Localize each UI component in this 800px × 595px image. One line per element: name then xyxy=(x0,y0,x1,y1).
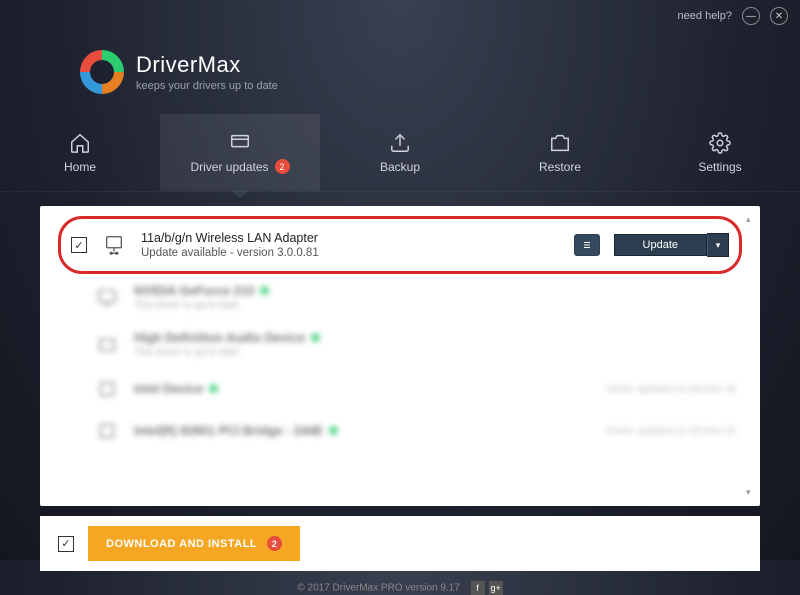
copyright: © 2017 DriverMax PRO version 9.17 f g+ xyxy=(0,581,800,595)
driver-name-blur: Intel(R) 82801 PCI Bridge - 244E xyxy=(134,424,323,438)
status-dot-icon xyxy=(260,286,269,295)
titlebar: need help? — ✕ xyxy=(0,0,800,32)
tab-home[interactable]: Home xyxy=(0,114,160,191)
footer-bar: ✓ DOWNLOAD AND INSTALL 2 xyxy=(40,516,760,571)
status-dot-icon xyxy=(311,333,320,342)
tab-home-label: Home xyxy=(64,160,96,174)
facebook-icon[interactable]: f xyxy=(471,581,485,595)
download-label: DOWNLOAD AND INSTALL xyxy=(106,538,257,550)
download-install-button[interactable]: DOWNLOAD AND INSTALL 2 xyxy=(88,526,300,561)
updates-icon xyxy=(229,131,251,153)
close-button[interactable]: ✕ xyxy=(770,7,788,25)
display-icon xyxy=(94,287,120,309)
driver-sub-blur: This driver is up-to-date xyxy=(134,347,736,358)
driver-name-blur: Intel Device xyxy=(134,382,203,396)
scroll-up-icon[interactable]: ▴ xyxy=(746,214,751,225)
driver-status: Update available - version 3.0.0.81 xyxy=(141,247,560,259)
network-adapter-icon xyxy=(101,234,127,256)
update-button-label: Update xyxy=(614,234,707,256)
app-title: DriverMax xyxy=(136,52,278,78)
tab-backup[interactable]: Backup xyxy=(320,114,480,191)
driver-note-blur: Driver updated on 03-Nov-16 xyxy=(607,426,736,437)
list-icon xyxy=(581,239,593,251)
update-dropdown-caret[interactable]: ▾ xyxy=(707,233,729,257)
tab-settings-label: Settings xyxy=(698,160,741,174)
copyright-text: © 2017 DriverMax PRO version 9.17 xyxy=(297,583,459,594)
app-tagline: keeps your drivers up to date xyxy=(136,80,278,92)
driver-note-blur: Driver updated on 03-Nov-16 xyxy=(607,384,736,395)
driver-name: 11a/b/g/n Wireless LAN Adapter xyxy=(141,231,560,245)
restore-icon xyxy=(549,132,571,154)
driver-checkbox[interactable]: ✓ xyxy=(71,237,87,253)
settings-icon xyxy=(709,132,731,154)
updates-badge: 2 xyxy=(275,159,290,174)
status-dot-icon xyxy=(329,426,338,435)
status-dot-icon xyxy=(209,384,218,393)
driver-list: ▴ ▾ ✓ 11a/b/g/n Wireless LAN Adapter Upd… xyxy=(40,206,760,506)
tab-settings[interactable]: Settings xyxy=(640,114,800,191)
tab-backup-label: Backup xyxy=(380,160,420,174)
device-icon xyxy=(94,378,120,400)
tab-restore[interactable]: Restore xyxy=(480,114,640,191)
scroll-down-icon[interactable]: ▾ xyxy=(746,487,751,498)
google-plus-icon[interactable]: g+ xyxy=(489,581,503,595)
tab-driver-updates[interactable]: Driver updates 2 xyxy=(160,114,320,191)
tab-restore-label: Restore xyxy=(539,160,581,174)
driver-row-blurred: NVIDIA GeForce 210 This driver is up-to-… xyxy=(58,274,742,321)
download-badge: 2 xyxy=(267,536,282,551)
details-button[interactable] xyxy=(574,234,600,256)
tab-updates-label: Driver updates xyxy=(190,160,268,174)
driver-row-blurred: Intel(R) 82801 PCI Bridge - 244E Driver … xyxy=(58,410,742,452)
help-link[interactable]: need help? xyxy=(678,10,732,22)
select-all-checkbox[interactable]: ✓ xyxy=(58,536,74,552)
scrollbar[interactable]: ▴ ▾ xyxy=(744,214,756,498)
driver-row-blurred: Intel Device Driver updated on 03-Nov-16 xyxy=(58,368,742,410)
backup-icon xyxy=(389,132,411,154)
minimize-button[interactable]: — xyxy=(742,7,760,25)
audio-icon xyxy=(94,334,120,356)
device-icon xyxy=(94,420,120,442)
brand-header: DriverMax keeps your drivers up to date xyxy=(0,32,800,94)
driver-name-blur: NVIDIA GeForce 210 xyxy=(134,284,254,298)
driver-sub-blur: This driver is up-to-date xyxy=(134,300,736,311)
driver-row-blurred: High Definition Audio Device This driver… xyxy=(58,321,742,368)
update-button[interactable]: Update ▾ xyxy=(614,233,729,257)
home-icon xyxy=(69,132,91,154)
driver-row-highlighted: ✓ 11a/b/g/n Wireless LAN Adapter Update … xyxy=(58,216,742,274)
logo-icon xyxy=(80,50,124,94)
main-tabs: Home Driver updates 2 Backup Restore Set… xyxy=(0,114,800,192)
driver-name-blur: High Definition Audio Device xyxy=(134,331,305,345)
